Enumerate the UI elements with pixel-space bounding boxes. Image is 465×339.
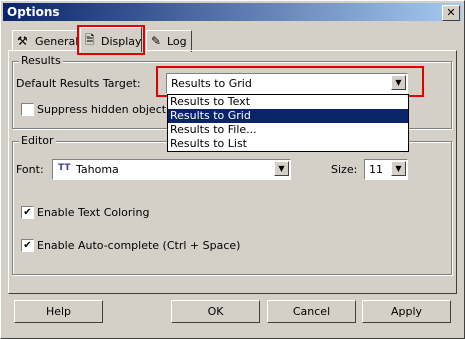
apply-button[interactable]: Apply (362, 300, 451, 323)
results-combo-highlight (156, 66, 424, 97)
size-combo[interactable]: 11 ▼ (364, 159, 408, 180)
option-results-to-text[interactable]: Results to Text (168, 95, 408, 109)
title-bar: Options ✕ (3, 3, 462, 21)
close-button[interactable]: ✕ (442, 5, 460, 21)
chevron-down-icon[interactable]: ▼ (274, 161, 289, 176)
suppress-hidden-checkbox[interactable] (21, 103, 34, 116)
chevron-down-icon[interactable]: ▼ (391, 161, 406, 176)
editor-group-label: Editor (19, 134, 56, 147)
option-results-to-list[interactable]: Results to List (168, 137, 408, 151)
tab-general-label: General (35, 35, 79, 48)
tab-general[interactable]: ⚒ General (12, 30, 78, 52)
default-results-target-label: Default Results Target: (16, 77, 141, 90)
option-results-to-grid[interactable]: Results to Grid (168, 109, 408, 123)
tab-log-label: Log (167, 35, 187, 48)
results-target-dropdown: Results to Text Results to Grid Results … (167, 94, 409, 152)
cancel-button[interactable]: Cancel (267, 300, 356, 323)
tools-icon: ⚒ (17, 34, 28, 48)
font-value: Tahoma (76, 163, 119, 176)
size-value: 11 (369, 163, 383, 176)
display-tab-highlight (77, 25, 145, 55)
tab-log[interactable]: ✎ Log (146, 30, 192, 52)
help-button[interactable]: Help (14, 300, 103, 323)
enable-text-coloring-label: Enable Text Coloring (37, 206, 150, 219)
size-label: Size: (331, 163, 358, 176)
enable-autocomplete-label: Enable Auto-complete (Ctrl + Space) (37, 239, 241, 252)
font-label: Font: (16, 163, 44, 176)
enable-text-coloring-checkbox[interactable]: ✔ (21, 206, 34, 219)
truetype-font-icon: TT (58, 163, 71, 173)
ok-button[interactable]: OK (171, 300, 260, 323)
font-combo[interactable]: TT Tahoma ▼ (52, 159, 291, 180)
results-group-label: Results (19, 54, 63, 67)
log-icon: ✎ (151, 34, 162, 48)
enable-autocomplete-checkbox[interactable]: ✔ (21, 239, 34, 252)
option-results-to-file[interactable]: Results to File... (168, 123, 408, 137)
window-title: Options (7, 5, 60, 19)
